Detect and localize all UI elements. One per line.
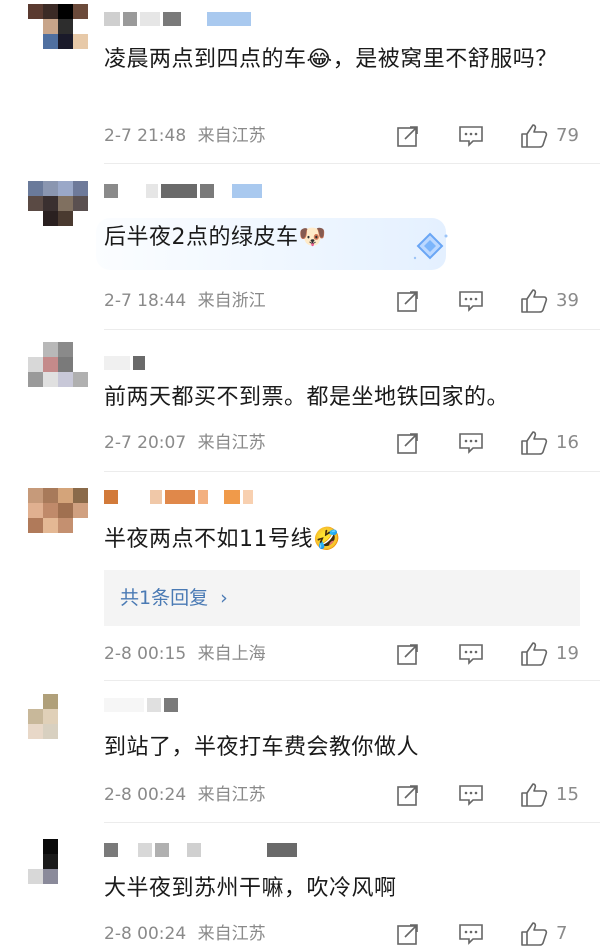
comment-date: 2-7 20:07	[104, 433, 187, 453]
avatar[interactable]	[28, 694, 88, 754]
thumbs-up-icon[interactable]	[520, 921, 548, 947]
comment-location: 来自浙江	[197, 291, 266, 311]
share-icon[interactable]	[396, 431, 420, 455]
comment-location: 来自江苏	[197, 126, 266, 146]
comment-meta: 2-8 00:24 来自江苏	[104, 920, 266, 948]
username-blurred[interactable]	[104, 694, 181, 716]
username-blurred[interactable]	[104, 839, 300, 861]
comment-icon[interactable]	[458, 289, 484, 313]
like-count: 39	[556, 290, 579, 311]
comment-meta: 2-7 21:48 来自江苏	[104, 122, 266, 150]
comment-icon[interactable]	[458, 431, 484, 455]
chevron-right-icon: ›	[220, 587, 228, 609]
comment-date: 2-7 18:44	[104, 291, 187, 311]
divider	[104, 471, 600, 472]
avatar[interactable]	[28, 342, 88, 402]
comment-meta: 2-7 20:07 来自江苏	[104, 429, 266, 457]
comment-location: 来自江苏	[197, 433, 266, 453]
avatar[interactable]	[28, 4, 88, 64]
comment-text: 到站了，半夜打车费会教你做人	[104, 735, 420, 760]
like-count: 7	[556, 923, 568, 944]
username-blurred[interactable]	[104, 180, 265, 202]
like-count: 19	[556, 643, 579, 664]
divider	[104, 680, 600, 681]
share-icon[interactable]	[396, 642, 420, 666]
comment-text: 半夜两点不如11号线🤣	[104, 527, 341, 552]
comment-location: 来自江苏	[197, 924, 266, 944]
comment-location: 来自上海	[197, 644, 266, 664]
username-blurred[interactable]	[104, 486, 256, 508]
comment-date: 2-7 21:48	[104, 126, 187, 146]
avatar[interactable]	[28, 488, 88, 548]
divider	[104, 822, 600, 823]
comment-date: 2-8 00:15	[104, 644, 187, 664]
share-icon[interactable]	[396, 289, 420, 313]
divider	[104, 329, 600, 330]
comment-date: 2-8 00:24	[104, 924, 187, 944]
comment-meta: 2-8 00:15 来自上海	[104, 640, 266, 668]
username-blurred[interactable]	[104, 8, 254, 30]
comment-text: 后半夜2点的绿皮车🐶	[104, 225, 327, 250]
view-replies-button[interactable]: 共1条回复 ›	[104, 570, 580, 626]
comment-icon[interactable]	[458, 922, 484, 946]
divider	[104, 163, 600, 164]
like-count: 16	[556, 432, 579, 453]
share-icon[interactable]	[396, 922, 420, 946]
comment-icon[interactable]	[458, 124, 484, 148]
thumbs-up-icon[interactable]	[520, 641, 548, 667]
username-blurred[interactable]	[104, 352, 148, 374]
thumbs-up-icon[interactable]	[520, 288, 548, 314]
comment-date: 2-8 00:24	[104, 785, 187, 805]
comment-meta: 2-8 00:24 来自江苏	[104, 781, 266, 809]
like-count: 15	[556, 784, 579, 805]
share-icon[interactable]	[396, 124, 420, 148]
like-count: 79	[556, 125, 579, 146]
comment-icon[interactable]	[458, 783, 484, 807]
comment-text: 大半夜到苏州干嘛，吹冷风啊	[104, 876, 397, 901]
replies-count-label: 共1条回复	[120, 587, 209, 609]
avatar[interactable]	[28, 181, 88, 241]
thumbs-up-icon[interactable]	[520, 123, 548, 149]
comment-icon[interactable]	[458, 642, 484, 666]
avatar[interactable]	[28, 839, 88, 899]
comment-meta: 2-7 18:44 来自浙江	[104, 287, 266, 315]
comment-text: 前两天都买不到票。都是坐地铁回家的。	[104, 385, 510, 410]
thumbs-up-icon[interactable]	[520, 430, 548, 456]
comment-location: 来自江苏	[197, 785, 266, 805]
share-icon[interactable]	[396, 783, 420, 807]
comment-text: 凌晨两点到四点的车😂，是被窝里不舒服吗？	[104, 47, 558, 72]
thumbs-up-icon[interactable]	[520, 782, 548, 808]
